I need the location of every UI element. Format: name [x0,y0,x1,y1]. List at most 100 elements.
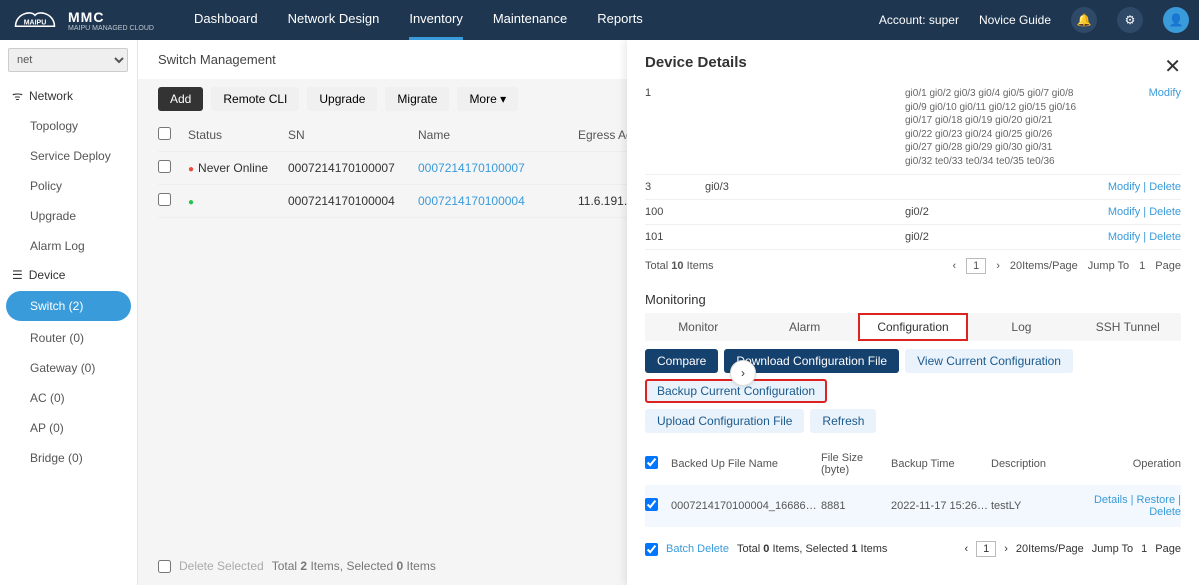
gear-icon[interactable]: ⚙ [1117,7,1143,33]
upgrade-button[interactable]: Upgrade [307,87,377,111]
network-selector[interactable]: net [8,48,128,72]
select-all-checkbox[interactable] [158,127,171,140]
sidebar-item-switch[interactable]: Switch (2) [6,291,131,321]
monitoring-title: Monitoring [645,292,1181,307]
avatar[interactable]: 👤 [1163,7,1189,33]
migrate-button[interactable]: Migrate [385,87,449,111]
device-details-drawer: Device Details ✕ 1 gi0/1 gi0/2 gi0/3 gi0… [627,40,1199,585]
batch-row: Batch Delete Total 0 Items, Selected 1 I… [645,541,1181,557]
account-label[interactable]: Account: super [879,13,959,27]
add-button[interactable]: Add [158,87,203,111]
pager-size[interactable]: 20Items/Page [1010,260,1078,272]
sidebar-item-gateway[interactable]: Gateway (0) [0,353,137,383]
tab-monitor[interactable]: Monitor [645,313,751,341]
sidebar: net ᯤ Network Topology Service Deploy Po… [0,40,138,585]
tab-configuration[interactable]: Configuration [858,313,968,341]
modify-link[interactable]: Modify [1149,87,1181,99]
chevron-down-icon: ▾ [500,92,506,106]
tab-log[interactable]: Log [968,313,1074,341]
bell-icon[interactable]: 🔔 [1071,7,1097,33]
sidebar-item-ac[interactable]: AC (0) [0,383,137,413]
backup-ops-links[interactable]: Details | Restore | Delete [1094,494,1181,518]
main-content: Switch Management Add Remote CLI Upgrade… [138,40,1199,585]
sidebar-group-network[interactable]: ᯤ Network [0,80,137,111]
brand-subtitle: MAIPU MANAGED CLOUD [68,25,154,32]
device-name-link[interactable]: 0007214170100007 [418,161,578,175]
refresh-button[interactable]: Refresh [810,409,876,433]
footer-checkbox[interactable] [158,560,171,573]
svg-text:MAIPU: MAIPU [24,20,47,27]
sidebar-item-upgrade[interactable]: Upgrade [0,201,137,231]
tab-alarm[interactable]: Alarm [751,313,857,341]
sidebar-item-policy[interactable]: Policy [0,171,137,201]
drawer-collapse-button[interactable]: › [730,360,756,386]
pager-current[interactable]: 1 [976,541,996,557]
modify-delete-link[interactable]: Modify | Delete [1108,206,1181,218]
device-name-link[interactable]: 0007214170100004 [418,194,578,208]
tab-ssh-tunnel[interactable]: SSH Tunnel [1075,313,1181,341]
row-checkbox[interactable] [158,193,171,206]
remote-cli-button[interactable]: Remote CLI [211,87,299,111]
backup-header: Backed Up File Name File Size (byte) Bac… [645,443,1181,485]
sidebar-item-topology[interactable]: Topology [0,111,137,141]
port-pager: Total 10 Items ‹ 1 › 20Items/Page Jump T… [645,258,1181,274]
row-checkbox[interactable] [158,160,171,173]
nav-reports[interactable]: Reports [597,0,643,40]
backup-row-checkbox[interactable] [645,498,658,511]
drawer-title: Device Details [645,54,1181,71]
pager-prev[interactable]: ‹ [952,260,956,272]
sidebar-group-device[interactable]: ☰ Device [0,261,137,289]
novice-guide-link[interactable]: Novice Guide [979,13,1051,27]
batch-delete-link[interactable]: Batch Delete [666,543,729,555]
delete-selected-link[interactable]: Delete Selected [179,559,264,573]
main-nav: Dashboard Network Design Inventory Maint… [194,0,643,40]
jump-label: Jump To [1088,260,1129,272]
modify-delete-link[interactable]: Modify | Delete [1108,181,1181,193]
brand-title: MMC [68,9,154,25]
status-dot-icon: ● [188,164,194,175]
topbar: MAIPU MMC MAIPU MANAGED CLOUD Dashboard … [0,0,1199,40]
upload-config-button[interactable]: Upload Configuration File [645,409,804,433]
more-button[interactable]: More ▾ [457,87,518,111]
col-status: Status [188,128,288,142]
account-area: Account: super Novice Guide 🔔 ⚙ 👤 [879,7,1189,33]
port-table: 1 gi0/1 gi0/2 gi0/3 gi0/4 gi0/5 gi0/7 gi… [645,81,1181,250]
backup-table: Backed Up File Name File Size (byte) Bac… [645,443,1181,527]
sidebar-item-alarm-log[interactable]: Alarm Log [0,231,137,261]
pager-current[interactable]: 1 [966,258,986,274]
pager-next[interactable]: › [1004,543,1008,555]
logo: MAIPU MMC MAIPU MANAGED CLOUD [10,6,174,34]
port-row: 1 gi0/1 gi0/2 gi0/3 gi0/4 gi0/5 gi0/7 gi… [645,81,1181,175]
pager-size[interactable]: 20Items/Page [1016,543,1084,555]
sidebar-item-service-deploy[interactable]: Service Deploy [0,141,137,171]
backup-select-all[interactable] [645,456,658,469]
wifi-icon: ᯤ [12,87,23,104]
nav-network-design[interactable]: Network Design [288,0,380,40]
sidebar-item-bridge[interactable]: Bridge (0) [0,443,137,473]
port-row: 100 gi0/2 Modify | Delete [645,200,1181,225]
modify-delete-link[interactable]: Modify | Delete [1108,231,1181,243]
status-dot-icon: ● [188,197,194,208]
close-icon[interactable]: ✕ [1164,54,1181,79]
brand-logo-icon: MAIPU [10,6,60,34]
nav-maintenance[interactable]: Maintenance [493,0,567,40]
config-actions-2: Upload Configuration File Refresh [645,409,1181,433]
backup-row[interactable]: 0007214170100004_16686… 8881 2022-11-17 … [645,485,1181,527]
port-row: 101 gi0/2 Modify | Delete [645,225,1181,250]
pager-next[interactable]: › [996,260,1000,272]
compare-button[interactable]: Compare [645,349,718,373]
sidebar-item-ap[interactable]: AP (0) [0,413,137,443]
sidebar-item-router[interactable]: Router (0) [0,323,137,353]
config-actions: Compare Download Configuration File View… [645,349,1181,403]
view-config-button[interactable]: View Current Configuration [905,349,1073,373]
nav-inventory[interactable]: Inventory [409,0,462,40]
pager-prev[interactable]: ‹ [964,543,968,555]
col-name: Name [418,128,578,142]
nav-dashboard[interactable]: Dashboard [194,0,258,40]
monitoring-tabs: Monitor Alarm Configuration Log SSH Tunn… [645,313,1181,341]
device-icon: ☰ [12,268,23,282]
batch-checkbox[interactable] [645,543,658,556]
chevron-right-icon: › [741,366,745,380]
col-sn: SN [288,128,418,142]
port-row: 3 gi0/3 Modify | Delete [645,175,1181,200]
